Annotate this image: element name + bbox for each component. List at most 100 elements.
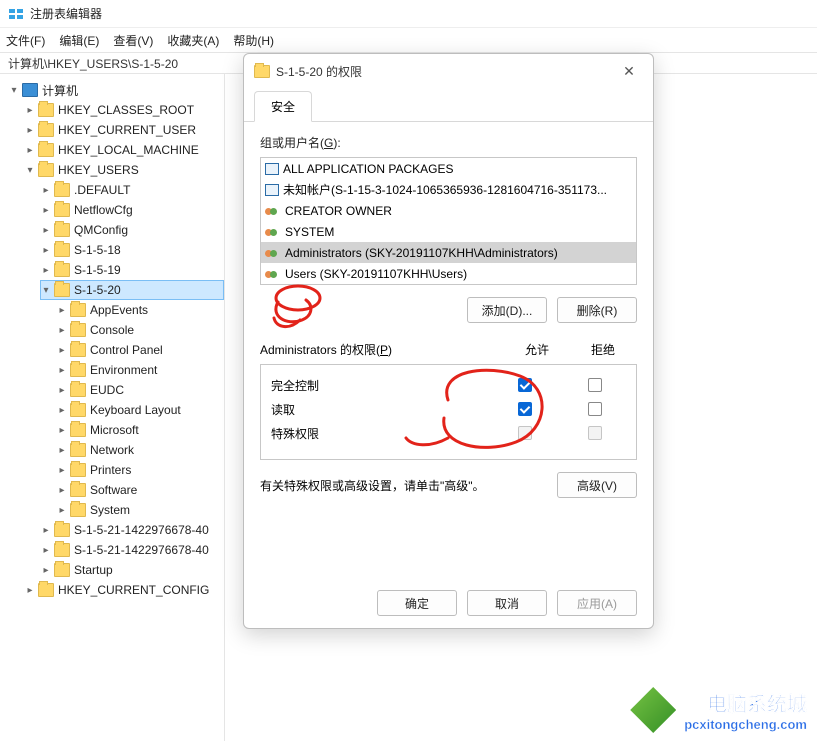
tree-node[interactable]: ▸QMConfig: [40, 220, 224, 240]
tree-node[interactable]: ▸ Network: [56, 440, 224, 460]
deny-checkbox[interactable]: [588, 378, 602, 392]
chevron-right-icon[interactable]: ▸: [40, 184, 52, 196]
chevron-right-icon[interactable]: ▸: [40, 524, 52, 536]
tree-node[interactable]: ▸ EUDC: [56, 380, 224, 400]
principal-buttons-row: 添加(D)... 删除(R): [260, 297, 637, 323]
tree-label: S-1-5-19: [74, 263, 121, 277]
chevron-right-icon[interactable]: ▸: [56, 344, 68, 356]
chevron-right-icon[interactable]: ▸: [40, 224, 52, 236]
remove-button[interactable]: 删除(R): [557, 297, 637, 323]
close-button[interactable]: ✕: [615, 57, 643, 85]
tree-node-computer[interactable]: ▾ 计算机: [8, 80, 224, 100]
dialog-title-bar[interactable]: S-1-5-20 的权限 ✕: [244, 54, 653, 88]
menu-edit[interactable]: 编辑(E): [59, 32, 99, 49]
chevron-right-icon[interactable]: ▸: [24, 104, 36, 116]
permissions-box: 完全控制读取特殊权限: [260, 364, 637, 460]
cancel-button[interactable]: 取消: [467, 590, 547, 616]
advanced-button[interactable]: 高级(V): [557, 472, 637, 498]
menu-file[interactable]: 文件(F): [6, 32, 45, 49]
chevron-right-icon[interactable]: ▸: [40, 544, 52, 556]
tree-node[interactable]: ▸Printers: [56, 460, 224, 480]
tree-label: EUDC: [90, 383, 124, 397]
chevron-right-icon[interactable]: ▸: [56, 464, 68, 476]
chevron-right-icon[interactable]: ▸: [40, 564, 52, 576]
folder-icon: [54, 283, 70, 297]
apply-button[interactable]: 应用(A): [557, 590, 637, 616]
ok-button[interactable]: 确定: [377, 590, 457, 616]
chevron-right-icon[interactable]: ▸: [56, 444, 68, 456]
chevron-right-icon[interactable]: ▸: [56, 364, 68, 376]
users-group-icon: [265, 246, 281, 260]
tree-node[interactable]: ▸Software: [56, 480, 224, 500]
allow-checkbox[interactable]: [518, 378, 532, 392]
tree-node[interactable]: ▸S-1-5-21-1422976678-40: [40, 540, 224, 560]
add-button[interactable]: 添加(D)...: [467, 297, 547, 323]
tree-node-hklm[interactable]: ▸HKEY_LOCAL_MACHINE: [24, 140, 224, 160]
users-group-icon: [265, 204, 281, 218]
principal-row[interactable]: CREATOR OWNER: [261, 200, 636, 221]
tree-node-hkcr[interactable]: ▸HKEY_CLASSES_ROOT: [24, 100, 224, 120]
tree-node[interactable]: ▸ S-1-5-18: [40, 240, 224, 260]
tree-node-hku[interactable]: ▾HKEY_USERS: [24, 160, 224, 180]
principal-name: Users (SKY-20191107KHH\Users): [285, 267, 467, 281]
tree-node[interactable]: ▸ S-1-5-19: [40, 260, 224, 280]
tree-label: Network: [90, 443, 134, 457]
tree-node[interactable]: ▸Control Panel: [56, 340, 224, 360]
advanced-hint: 有关特殊权限或高级设置，请单击"高级"。: [260, 477, 485, 494]
tree-node-hkcu[interactable]: ▸HKEY_CURRENT_USER: [24, 120, 224, 140]
chevron-right-icon[interactable]: ▸: [40, 244, 52, 256]
principal-row[interactable]: SYSTEM: [261, 221, 636, 242]
chevron-right-icon[interactable]: ▸: [24, 584, 36, 596]
tree-node[interactable]: ▸.DEFAULT: [40, 180, 224, 200]
menu-favorites[interactable]: 收藏夹(A): [167, 32, 219, 49]
tree-node-hkcc[interactable]: ▸ HKEY_CURRENT_CONFIG: [24, 580, 224, 600]
deny-checkbox[interactable]: [588, 402, 602, 416]
chevron-right-icon[interactable]: ▸: [56, 304, 68, 316]
folder-icon: [54, 223, 70, 237]
tree-label: System: [90, 503, 130, 517]
chevron-right-icon[interactable]: ▸: [56, 484, 68, 496]
chevron-down-icon[interactable]: ▾: [24, 164, 36, 176]
chevron-down-icon[interactable]: ▾: [8, 84, 20, 96]
principals-list[interactable]: ALL APPLICATION PACKAGES未知帐户(S-1-15-3-10…: [260, 157, 637, 285]
chevron-right-icon[interactable]: ▸: [56, 384, 68, 396]
chevron-down-icon[interactable]: ▾: [40, 284, 52, 296]
tree-pane: ▾ 计算机 ▸HKEY_CLASSES_ROOT ▸HKEY_CURRENT_U…: [0, 74, 225, 741]
tree-node[interactable]: ▸Environment: [56, 360, 224, 380]
chevron-right-icon[interactable]: ▸: [24, 124, 36, 136]
tree-node[interactable]: ▸Microsoft: [56, 420, 224, 440]
principal-row[interactable]: Users (SKY-20191107KHH\Users): [261, 263, 636, 284]
tree-node[interactable]: ▸Startup: [40, 560, 224, 580]
tab-security[interactable]: 安全: [254, 91, 312, 122]
tree-node[interactable]: ▸ System: [56, 500, 224, 520]
chevron-right-icon[interactable]: ▸: [40, 204, 52, 216]
window-title: 注册表编辑器: [30, 5, 102, 22]
menu-bar: 文件(F) 编辑(E) 查看(V) 收藏夹(A) 帮助(H): [0, 28, 817, 52]
registry-tree[interactable]: ▾ 计算机 ▸HKEY_CLASSES_ROOT ▸HKEY_CURRENT_U…: [2, 80, 224, 600]
chevron-right-icon[interactable]: ▸: [56, 404, 68, 416]
tree-node[interactable]: ▸AppEvents: [56, 300, 224, 320]
users-group-icon: [265, 225, 281, 239]
menu-help[interactable]: 帮助(H): [233, 32, 274, 49]
tree-node[interactable]: ▸Keyboard Layout: [56, 400, 224, 420]
tree-node[interactable]: ▾S-1-5-20: [40, 280, 224, 300]
principal-row[interactable]: Administrators (SKY-20191107KHH\Administ…: [261, 242, 636, 263]
permission-name: 特殊权限: [267, 425, 490, 442]
tree-node[interactable]: ▸S-1-5-21-1422976678-40: [40, 520, 224, 540]
chevron-right-icon[interactable]: ▸: [56, 324, 68, 336]
folder-icon: [70, 343, 86, 357]
chevron-right-icon[interactable]: ▸: [40, 264, 52, 276]
tree-node[interactable]: ▸Console: [56, 320, 224, 340]
principal-row[interactable]: ALL APPLICATION PACKAGES: [261, 158, 636, 179]
column-deny: 拒绝: [591, 341, 615, 358]
tree-node[interactable]: ▸NetflowCfg: [40, 200, 224, 220]
menu-view[interactable]: 查看(V): [113, 32, 153, 49]
chevron-right-icon[interactable]: ▸: [56, 504, 68, 516]
tree-label: S-1-5-18: [74, 243, 121, 257]
title-bar: 注册表编辑器: [0, 0, 817, 28]
chevron-right-icon[interactable]: ▸: [24, 144, 36, 156]
allow-checkbox[interactable]: [518, 402, 532, 416]
chevron-right-icon[interactable]: ▸: [56, 424, 68, 436]
tree-label: HKEY_CURRENT_CONFIG: [58, 583, 209, 597]
principal-row[interactable]: 未知帐户(S-1-15-3-1024-1065365936-1281604716…: [261, 179, 636, 200]
